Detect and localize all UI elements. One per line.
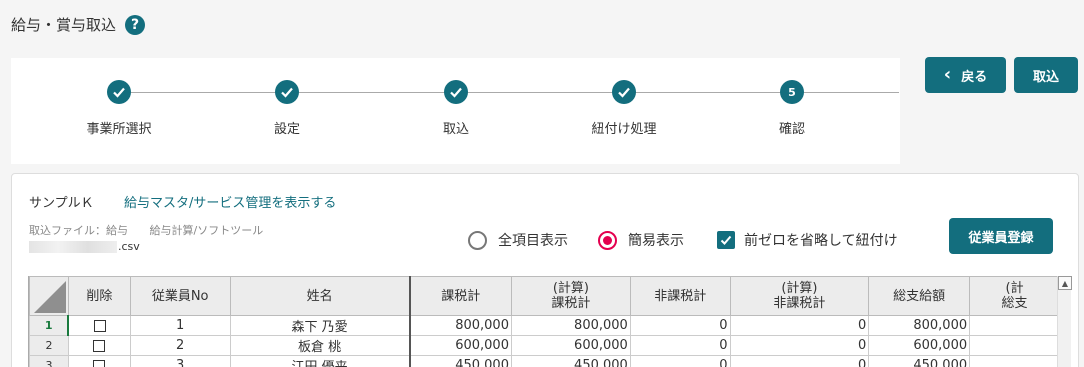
vertical-scrollbar[interactable]: ▲ (1057, 276, 1072, 367)
row-number[interactable]: 2 (29, 335, 69, 356)
calc-total-cell[interactable] (969, 355, 1060, 367)
salary-grid: 削除 従業員No 姓名 課税計 (計算) 課税計 非課税計 (計算) 非課税計 総支… (28, 276, 1060, 367)
calc-nontaxable-cell[interactable]: 0 (729, 335, 870, 356)
chevron-left-icon: ‹ (943, 64, 952, 85)
step-linking: 紐付け処理 (559, 80, 689, 137)
step-office-select: 事業所選択 (54, 80, 184, 137)
radio-all-items[interactable]: 全項目表示 (468, 230, 568, 250)
salary-master-link[interactable]: 給与マスタ/サービス管理を表示する (124, 192, 336, 211)
help-icon[interactable]: ? (125, 14, 146, 35)
taxable-cell[interactable]: 450,000 (409, 355, 512, 367)
name-cell[interactable]: 森下 乃愛 (229, 315, 411, 336)
col-header-calc-total[interactable]: (計 総支 (969, 276, 1060, 316)
table-row[interactable]: 1 1 森下 乃愛 800,000 800,000 0 0 800,000 (29, 315, 1060, 336)
total-cell[interactable]: 800,000 (868, 315, 971, 336)
taxable-cell[interactable]: 800,000 (409, 315, 512, 336)
company-name: サンプルＫ (29, 196, 94, 211)
header-line: (計算) (552, 281, 589, 296)
nontaxable-cell[interactable]: 0 (629, 335, 731, 356)
delete-cell[interactable] (67, 335, 131, 356)
step-check-icon (275, 80, 299, 104)
scroll-up-arrow-icon[interactable]: ▲ (1058, 276, 1072, 290)
back-button[interactable]: ‹ 戻る (925, 57, 1006, 93)
step-import: 取込 (391, 80, 521, 137)
taxable-cell[interactable]: 600,000 (409, 335, 512, 356)
calc-nontaxable-cell[interactable]: 0 (729, 315, 870, 336)
calc-total-cell[interactable] (969, 315, 1060, 336)
step-confirm: 5 確認 (727, 80, 857, 137)
col-header-calc-taxable[interactable]: (計算) 課税計 (510, 276, 631, 316)
import-file-source: 給与計算/ソフトツール (149, 224, 264, 237)
delete-cell[interactable] (67, 315, 131, 336)
delete-checkbox[interactable] (93, 319, 106, 332)
col-header-calc-nontaxable[interactable]: (計算) 非課税計 (729, 276, 870, 316)
step-label: 取込 (442, 122, 469, 137)
row-number[interactable]: 3 (29, 355, 69, 367)
radio-simple-label: 簡易表示 (628, 233, 684, 249)
col-header-delete[interactable]: 削除 (67, 276, 131, 316)
import-button[interactable]: 取込 (1014, 57, 1078, 93)
file-extension: .csv (118, 240, 140, 253)
delete-cell[interactable] (67, 355, 131, 367)
step-number: 5 (780, 80, 804, 104)
step-check-icon (612, 80, 636, 104)
total-cell[interactable]: 450,000 (868, 355, 971, 367)
progress-stepper: 事業所選択 設定 取込 紐付け処理 5 確認 (11, 58, 900, 164)
col-header-total[interactable]: 総支給額 (868, 276, 971, 316)
step-label: 設定 (273, 122, 300, 137)
checkbox-checked-icon[interactable] (717, 231, 735, 249)
emp-no-cell[interactable]: 1 (129, 315, 231, 336)
col-header-emp-no[interactable]: 従業員No (129, 276, 231, 316)
emp-no-cell[interactable]: 3 (129, 355, 231, 367)
header-line: 非課税計 (773, 296, 826, 311)
page-title-text: 給与・賞与取込 (11, 16, 117, 34)
import-file-info: 取込ファイル：給与 給与計算/ソフトツール (29, 222, 281, 238)
page-title: 給与・賞与取込 ? (11, 14, 146, 35)
salary-table: 削除 従業員No 姓名 課税計 (計算) 課税計 非課税計 (計算) 非課税計 総支… (29, 276, 1060, 367)
step-check-icon (107, 80, 131, 104)
header-line: (計算) (781, 281, 818, 296)
redacted-filename (29, 240, 117, 253)
header-line: 総支 (1001, 296, 1028, 311)
name-cell[interactable]: 板倉 桃 (229, 335, 411, 356)
radio-selected-icon[interactable] (598, 230, 617, 250)
step-label: 紐付け処理 (591, 122, 657, 137)
delete-checkbox[interactable] (93, 359, 106, 367)
select-all-corner[interactable] (29, 276, 69, 316)
import-file-name: .csv (29, 240, 140, 253)
radio-unselected-icon[interactable] (468, 230, 487, 250)
table-row[interactable]: 2 2 板倉 桃 600,000 600,000 0 0 600,000 (29, 335, 1060, 356)
result-panel: サンプルＫ 給与マスタ/サービス管理を表示する 取込ファイル：給与 給与計算/ソ… (11, 173, 1079, 367)
calc-taxable-cell[interactable]: 600,000 (510, 335, 631, 356)
nontaxable-cell[interactable]: 0 (629, 355, 731, 367)
step-label: 確認 (778, 122, 805, 137)
step-settings: 設定 (222, 80, 352, 137)
step-check-icon (444, 80, 468, 104)
col-header-taxable[interactable]: 課税計 (409, 276, 512, 316)
calc-nontaxable-cell[interactable]: 0 (729, 355, 870, 367)
back-button-label: 戻る (961, 69, 988, 85)
step-label: 事業所選択 (86, 122, 152, 137)
emp-no-cell[interactable]: 2 (129, 335, 231, 356)
header-line: 課税計 (551, 296, 591, 311)
calc-total-cell[interactable] (969, 335, 1060, 356)
calc-taxable-cell[interactable]: 450,000 (510, 355, 631, 367)
register-employee-button[interactable]: 従業員登録 (949, 218, 1053, 254)
name-cell[interactable]: 江田 優来 (229, 355, 411, 367)
radio-all-items-label: 全項目表示 (498, 233, 568, 249)
col-header-name[interactable]: 姓名 (229, 276, 411, 316)
row-number[interactable]: 1 (29, 315, 69, 336)
zero-trim-label: 前ゼロを省略して紐付け (744, 233, 898, 249)
table-row[interactable]: 3 3 江田 優来 450,000 450,000 0 0 450,000 (29, 355, 1060, 367)
radio-simple[interactable]: 簡易表示 (598, 230, 684, 250)
total-cell[interactable]: 600,000 (868, 335, 971, 356)
calc-taxable-cell[interactable]: 800,000 (510, 315, 631, 336)
zero-trim-checkbox[interactable]: 前ゼロを省略して紐付け (717, 230, 898, 250)
col-header-nontaxable[interactable]: 非課税計 (629, 276, 731, 316)
delete-checkbox[interactable] (93, 339, 106, 352)
header-line: (計 (1005, 281, 1024, 296)
import-file-label: 取込ファイル：給与 (29, 224, 128, 237)
nontaxable-cell[interactable]: 0 (629, 315, 731, 336)
table-header-row: 削除 従業員No 姓名 課税計 (計算) 課税計 非課税計 (計算) 非課税計 総支… (29, 276, 1060, 316)
